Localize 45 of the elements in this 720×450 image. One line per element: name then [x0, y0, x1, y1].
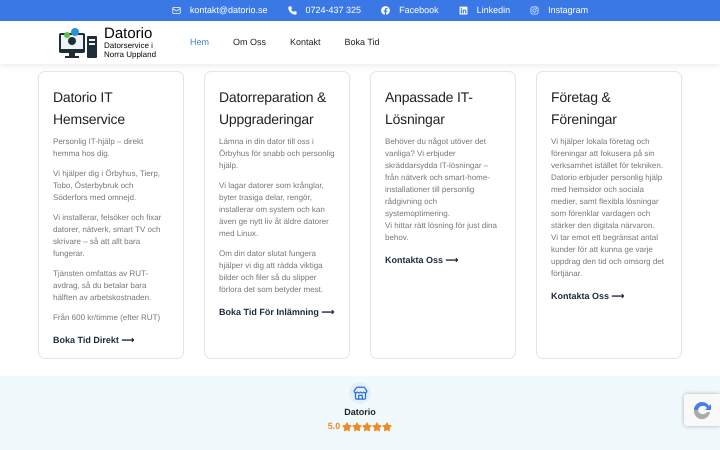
rating-value: 5.0	[328, 420, 340, 433]
card-text: Om din dator slutat fungera hjälper vi dig att rädda viktiga bilder och filer så du slipper förlora det som betyder mest.	[219, 248, 324, 296]
card-title: Anpassade IT-Lösningar	[385, 88, 474, 129]
card-text: Vi hjälper lokala företag och föreningar att fokusera på sin verksamhet istället för tekniken. Datorio erbjuder personlig hjälp med hemsidor och sociala medier, samt flexibla lösningar som förenklar vardagen och stärker den digitala närvaron.	[551, 136, 664, 232]
card-title: Företag & Föreningar	[551, 88, 618, 129]
card-text: Från 600 kr/timme (efter RUT)	[53, 312, 162, 324]
logo-name: Datorio	[104, 26, 154, 41]
computer-logo-icon	[58, 26, 98, 58]
card-text: Behöver du något utöver det vanliga? Vi erbjuder skräddarsydda IT-lösningar – från nätverk och smart-home-installationer till personlig rådgivning och systemoptimering.	[385, 136, 491, 220]
linkedin-icon	[458, 6, 468, 15]
nav-link[interactable]: Hem	[190, 36, 210, 50]
star-icon	[352, 422, 362, 432]
instagram-icon	[530, 6, 540, 15]
contact-link[interactable]: Instagram	[548, 4, 588, 18]
card-text: Tjänsten omfattas av RUT-avdrag, så du betalar bara hälften av arbetskostnaden.	[53, 268, 152, 304]
business-name: Datorio	[344, 407, 376, 418]
nav-link[interactable]: Boka Tid	[344, 36, 380, 50]
contact-link[interactable]: Facebook	[399, 4, 439, 18]
card-text: Vi installerar, felsöker och fixar datorer, nätverk, smart TV och skrivare – så att allt bara fungerar.	[53, 212, 162, 260]
card-title: Datorio IT Hemservice	[53, 88, 126, 129]
contact-link[interactable]: 0724-437 325	[306, 4, 362, 18]
card-link[interactable]: Kontakta Oss ⟶	[551, 290, 667, 304]
card-text: Vi hjälper dig i Örbyhus, Tierp, Tobo, Österbybruk och Söderfors med omnejd.	[53, 168, 162, 204]
phone-icon	[288, 6, 297, 15]
card-text: Lämna in din dator till oss i Örbyhus för snabb och personlig hjälp.	[219, 136, 335, 172]
logo-tagline: Datorservice i Norra Uppland	[104, 41, 158, 59]
nav-link[interactable]: Om Oss	[233, 36, 266, 50]
store-icon	[352, 386, 368, 400]
star-icon	[342, 422, 352, 432]
card-text: Vi hittar rätt lösning för just dina behov.	[385, 220, 498, 244]
mail-icon	[172, 6, 181, 15]
contact-link[interactable]: Linkedin	[476, 4, 510, 18]
star-icon	[372, 422, 382, 432]
card-text: Vi tar emot ett begränsat antal kunder för att kunna ge varje uppdrag den tid och omsorg det förtjänar.	[551, 232, 665, 280]
card-link[interactable]: Boka Tid Direkt ⟶	[53, 334, 169, 348]
nav-link[interactable]: Kontakt	[290, 36, 321, 50]
card-text: Vi lagar datorer som krånglar, byter trasiga delar, rengör, installerar om system och kan även ge nytt liv åt äldre datorer med Linux.	[219, 180, 330, 240]
facebook-icon	[381, 6, 390, 15]
card-title: Datorreparation & Uppgraderingar	[219, 88, 328, 129]
card-link[interactable]: Boka Tid För Inlämning ⟶	[219, 306, 335, 320]
card-text: Personlig IT-hjälp – direkt hemma hos dig.	[53, 136, 144, 160]
contact-link[interactable]: kontakt@datorio.se	[190, 4, 268, 18]
star-icon	[362, 422, 372, 432]
star-icon	[382, 422, 392, 432]
card-link[interactable]: Kontakta Oss ⟶	[385, 254, 501, 268]
